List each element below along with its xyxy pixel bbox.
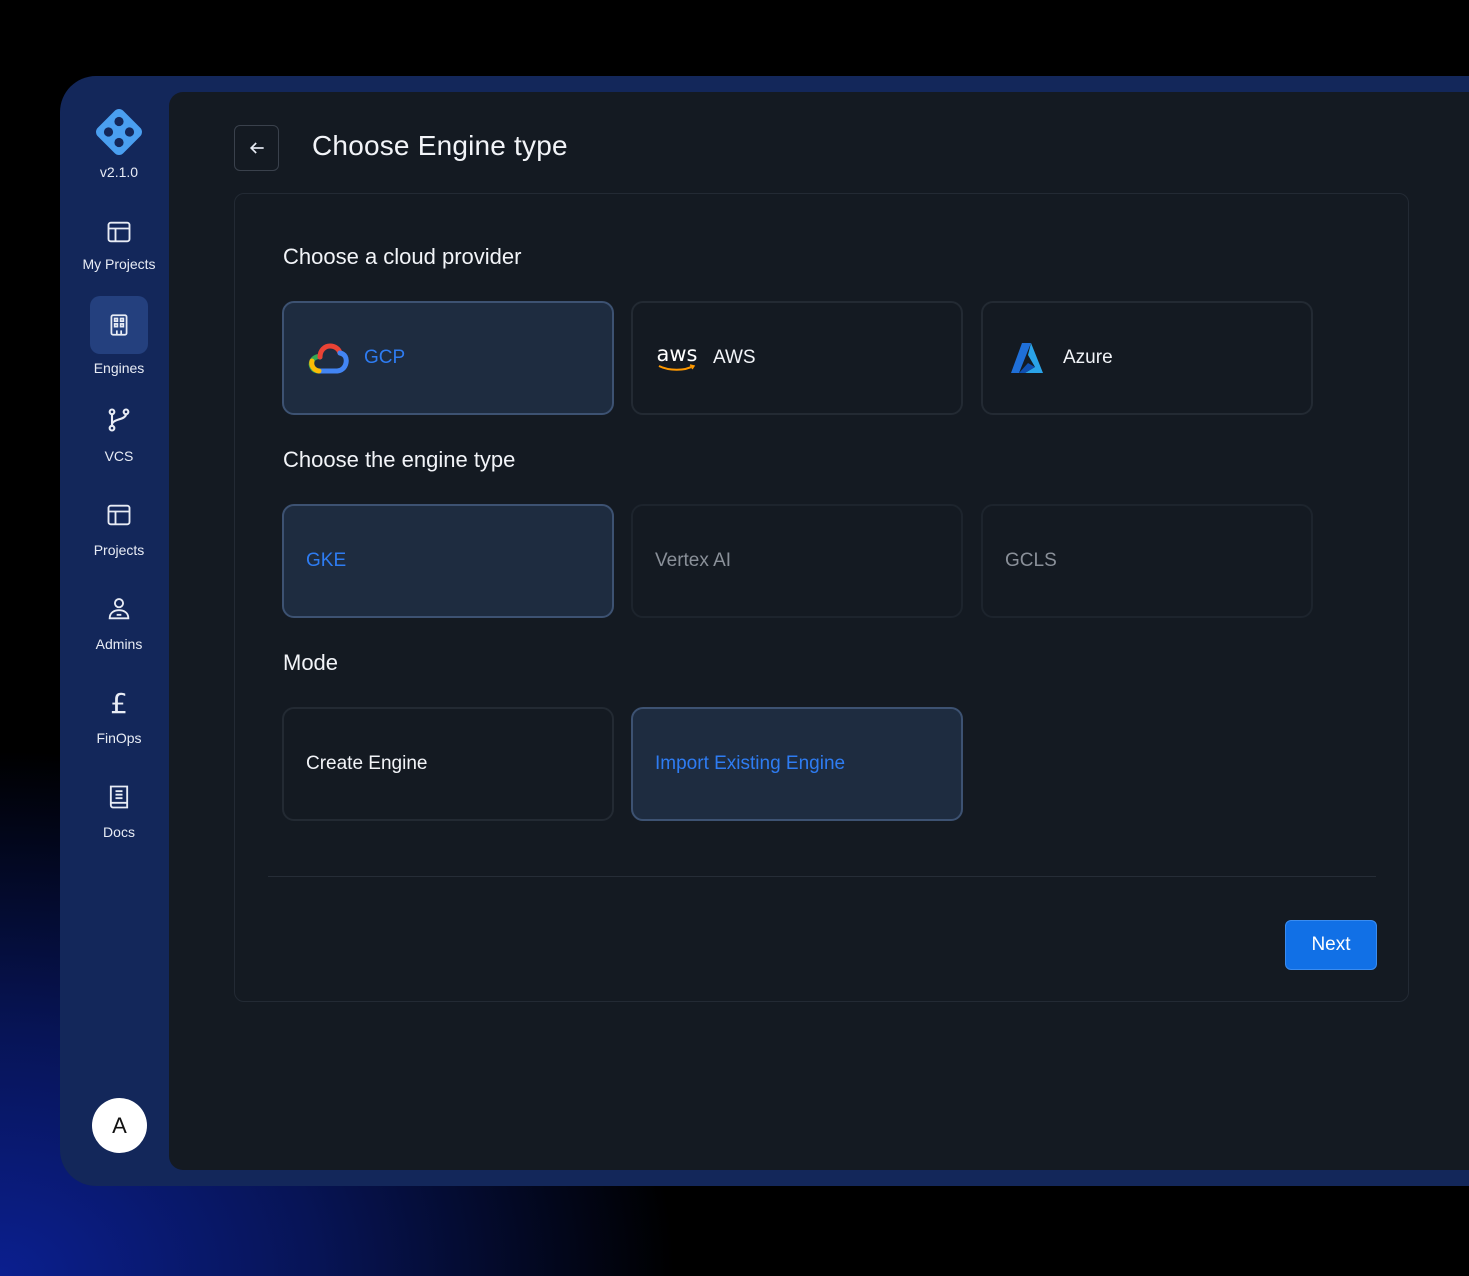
next-button[interactable]: Next [1285, 920, 1377, 970]
aws-logo-text: aws [656, 342, 698, 366]
engine-type-card: Choose a cloud provider GCP aws AWS Azur… [234, 193, 1409, 1002]
page-title: Choose Engine type [312, 130, 568, 161]
pound-icon: £ [110, 686, 128, 720]
provider-option-azure[interactable]: Azure [981, 301, 1313, 415]
gcp-logo-icon [308, 343, 349, 374]
option-label: Create Engine [306, 753, 428, 774]
mode-option-create-engine[interactable]: Create Engine [282, 707, 614, 821]
app-version: v2.1.0 [99, 164, 139, 180]
mode-section-title: Mode [283, 650, 339, 675]
sidebar-item-admins[interactable]: Admins [60, 580, 178, 670]
main-panel: Choose Engine type Choose a cloud provid… [169, 92, 1469, 1170]
engine-option-gcls[interactable]: GCLS [981, 504, 1313, 618]
sidebar-item-label: Engines [93, 360, 145, 376]
option-label: Import Existing Engine [655, 753, 846, 774]
provider-section-title: Choose a cloud provider [283, 244, 522, 269]
layout-icon [107, 221, 131, 243]
arrow-left-icon [249, 142, 264, 154]
sidebar-item-projects[interactable]: Projects [60, 486, 178, 576]
sidebar-item-my-projects[interactable]: My Projects [60, 203, 178, 293]
azure-logo-icon [1011, 343, 1043, 373]
option-label: Vertex AI [655, 550, 732, 571]
aws-logo-icon: aws [655, 338, 699, 378]
engine-option-gke[interactable]: GKE [282, 504, 614, 618]
sidebar-item-finops[interactable]: £ FinOps [60, 674, 178, 764]
sidebar-item-label: Admins [95, 636, 143, 652]
book-icon [109, 785, 129, 809]
sidebar-item-label: My Projects [82, 256, 156, 272]
divider [268, 876, 1376, 877]
engine-option-vertex-ai[interactable]: Vertex AI [631, 504, 963, 618]
mode-option-import-existing-engine[interactable]: Import Existing Engine [631, 707, 963, 821]
option-label: GCLS [1005, 550, 1057, 571]
engine-section-title: Choose the engine type [283, 447, 516, 472]
sidebar-item-label: Docs [103, 824, 135, 840]
back-button[interactable] [234, 125, 279, 171]
provider-option-aws[interactable]: aws AWS [631, 301, 963, 415]
sidebar-item-vcs[interactable]: VCS [60, 391, 178, 481]
sidebar-item-engines[interactable]: Engines [60, 296, 178, 386]
sidebar-item-label: FinOps [96, 730, 142, 746]
sidebar-item-label: Projects [93, 542, 145, 558]
option-label: GKE [306, 550, 347, 571]
provider-option-gcp[interactable]: GCP [282, 301, 614, 415]
option-label: GCP [364, 347, 406, 368]
layout-icon [107, 504, 131, 526]
option-label: AWS [713, 347, 756, 368]
option-label: Azure [1063, 347, 1113, 368]
sidebar-item-docs[interactable]: Docs [60, 768, 178, 858]
sidebar-item-label: VCS [104, 448, 134, 464]
git-branch-icon [108, 408, 130, 432]
building-icon [110, 314, 128, 336]
avatar[interactable]: A [92, 1098, 147, 1153]
sidebar: v2.1.0 My Projects Engines VCS Projects … [60, 76, 170, 1186]
user-badge-icon [108, 598, 130, 620]
app-logo-icon[interactable] [94, 107, 144, 157]
